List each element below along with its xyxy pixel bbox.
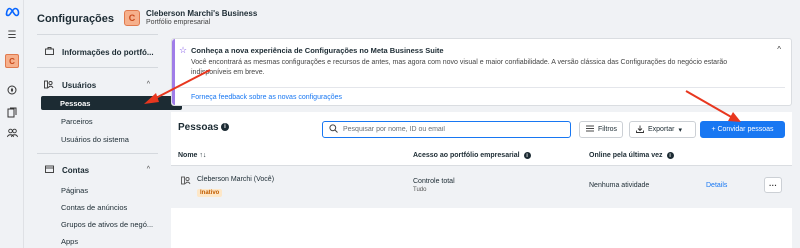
export-button[interactable]: Exportar ▾ (629, 121, 696, 138)
folder-icon (44, 165, 54, 175)
search-icon (329, 124, 338, 135)
sidebar-item-parceiros[interactable]: Parceiros (61, 117, 93, 126)
settings-sidebar: Configurações Informações do portfó... U… (24, 0, 182, 248)
invite-people-button[interactable]: + Convidar pessoas (700, 121, 785, 138)
download-icon (636, 125, 644, 135)
table-row[interactable]: Cleberson Marchi (Você) Inativo Controle… (171, 166, 792, 208)
notice-divider (178, 87, 785, 88)
export-label: Exportar (648, 126, 675, 133)
search-input[interactable] (343, 126, 563, 133)
sidebar-item-asset-groups[interactable]: Grupos de ativos de negó... (61, 220, 153, 229)
more-options-button[interactable]: ··· (764, 177, 782, 193)
info-icon[interactable]: i (523, 152, 531, 159)
sidebar-item-portfolio-info[interactable]: Informações do portfó... (44, 47, 154, 57)
business-avatar[interactable]: C (124, 10, 140, 26)
person-name: Cleberson Marchi (Você) (197, 176, 275, 183)
notice-body: Você encontrará as mesmas configurações … (191, 59, 728, 76)
sidebar-title: Configurações (37, 13, 115, 25)
chevron-up-icon[interactable]: ^ (777, 45, 781, 54)
notice-title: Conheça a nova experiência de Configuraç… (191, 46, 444, 55)
sidebar-item-system-users[interactable]: Usuários do sistema (61, 135, 129, 144)
last-online: Nenhuma atividade (589, 182, 650, 189)
status-badge: Inativo (197, 189, 223, 197)
filter-icon (586, 125, 594, 134)
user-card-icon (181, 176, 191, 187)
people-panel: Pessoas i Filtros Exportar ▾ + Convidar … (171, 112, 792, 248)
search-box[interactable] (322, 121, 571, 138)
details-link[interactable]: Details (706, 182, 727, 189)
page-title: Pessoas (178, 122, 219, 133)
caret-down-icon: ▾ (678, 126, 682, 134)
info-icon[interactable]: i (221, 123, 229, 131)
sidebar-section-label: Informações do portfó... (62, 47, 154, 57)
briefcase-icon (44, 47, 54, 57)
sidebar-item-pessoas[interactable]: Pessoas (41, 96, 182, 110)
filters-label: Filtros (598, 126, 618, 133)
new-experience-notice: ☆ Conheça a nova experiência de Configur… (171, 38, 792, 106)
column-header-name[interactable]: Nome ↑↓ (178, 152, 206, 159)
sidebar-item-apps[interactable]: Apps (61, 237, 78, 246)
sidebar-item-paginas[interactable]: Páginas (61, 186, 88, 195)
business-subtitle: Portfólio empresarial (146, 19, 211, 26)
hamburger-icon[interactable]: ☰ (4, 28, 20, 42)
filters-button[interactable]: Filtros (579, 121, 623, 138)
rail-business-avatar[interactable]: C (5, 54, 19, 68)
sidebar-section-contas[interactable]: Contas (44, 165, 89, 175)
column-header-last-online: Online pela última vez i (589, 152, 674, 159)
chevron-up-icon[interactable]: ^ (147, 81, 150, 88)
sidebar-section-users[interactable]: Usuários (44, 80, 96, 91)
sidebar-divider (37, 34, 158, 35)
sidebar-section-label: Contas (62, 165, 90, 175)
compass-icon[interactable] (4, 83, 20, 97)
people-group-icon[interactable] (4, 126, 20, 140)
users-icon (44, 80, 54, 91)
meta-logo-icon[interactable] (4, 5, 20, 19)
sidebar-item-ad-accounts[interactable]: Contas de anúncios (61, 203, 127, 212)
sidebar-divider (37, 153, 158, 154)
sparkle-icon: ☆ (179, 45, 188, 55)
pages-icon[interactable] (4, 105, 20, 119)
sidebar-divider (37, 67, 158, 68)
access-level: Controle total (413, 178, 455, 185)
feedback-link[interactable]: Forneça feedback sobre as novas configur… (191, 94, 342, 101)
left-rail: ☰ C (0, 0, 24, 248)
column-header-access: Acesso ao portfólio empresarial i (413, 152, 531, 159)
sidebar-section-label: Usuários (62, 81, 97, 90)
chevron-up-icon[interactable]: ^ (147, 166, 150, 173)
info-icon[interactable]: i (666, 152, 674, 159)
business-name[interactable]: Cleberson Marchi's Business (146, 9, 257, 18)
access-detail: Tudo (413, 187, 427, 193)
